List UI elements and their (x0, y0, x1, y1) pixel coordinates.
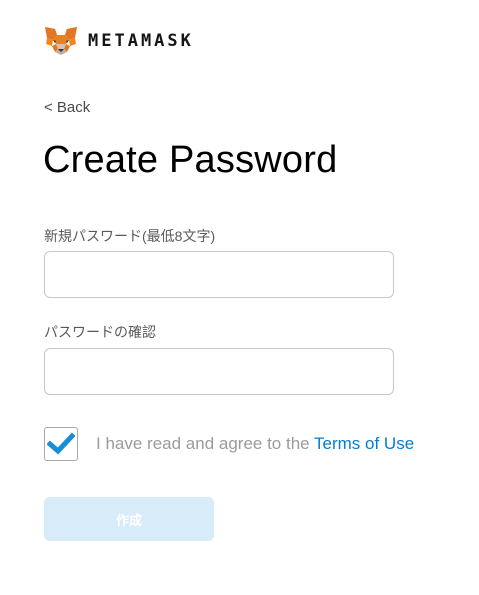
terms-checkbox[interactable] (44, 427, 78, 461)
create-button[interactable]: 作成 (44, 497, 214, 541)
new-password-input[interactable] (44, 251, 394, 298)
terms-prefix: I have read and agree to the (96, 434, 315, 453)
metamask-wordmark: METAMASK (88, 31, 194, 51)
checkmark-icon (47, 432, 75, 455)
terms-row: I have read and agree to the Terms of Us… (44, 427, 414, 461)
metamask-fox-icon (45, 27, 77, 55)
confirm-password-input[interactable] (44, 348, 394, 395)
page-title: Create Password (43, 139, 338, 181)
confirm-password-label: パスワードの確認 (44, 324, 156, 340)
new-password-label: 新規パスワード(最低8文字) (44, 228, 216, 244)
terms-text: I have read and agree to the Terms of Us… (96, 434, 414, 454)
header: METAMASK (44, 26, 194, 56)
terms-of-use-link[interactable]: Terms of Use (314, 434, 414, 453)
back-link[interactable]: < Back (44, 99, 90, 116)
create-password-page: METAMASK < Back Create Password 新規パスワード(… (0, 0, 479, 595)
